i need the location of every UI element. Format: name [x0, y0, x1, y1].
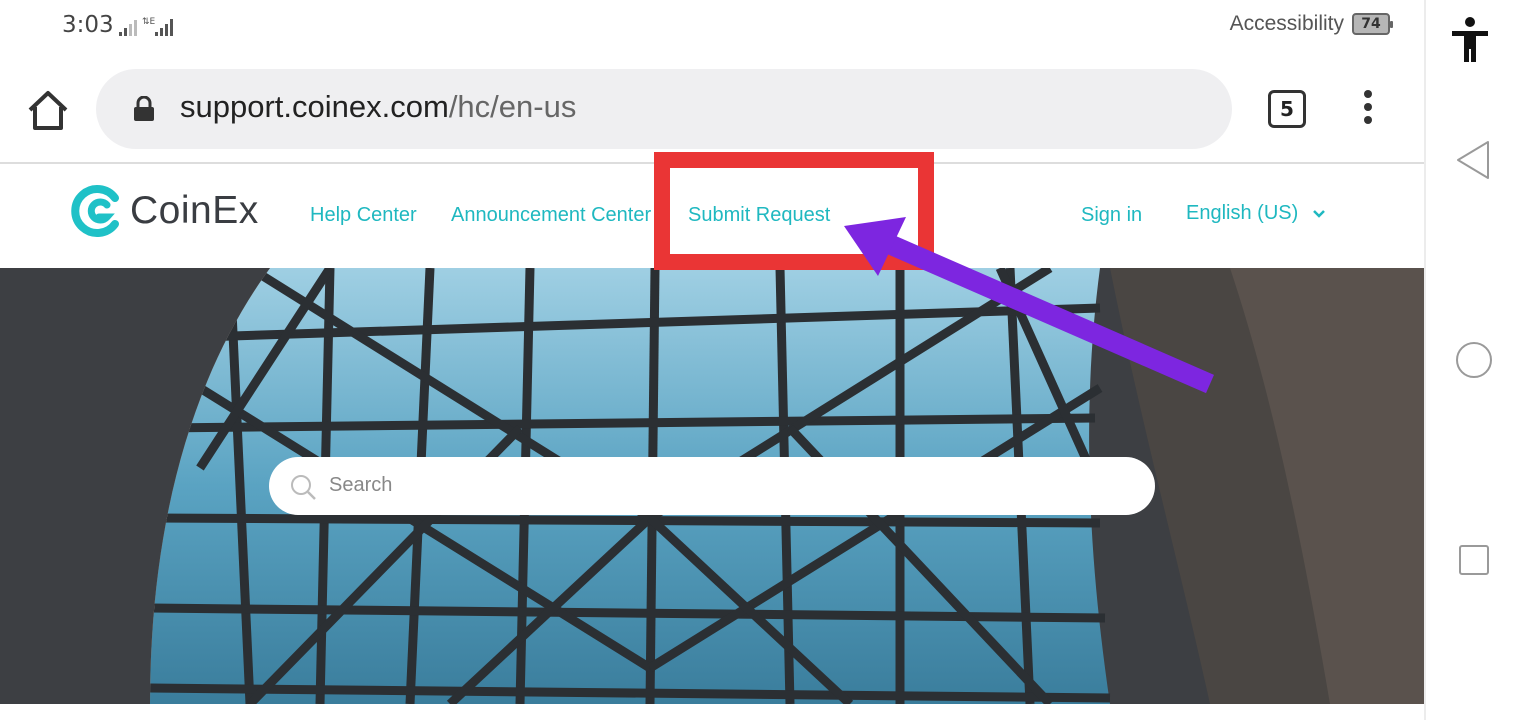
sign-in-link[interactable]: Sign in [1081, 204, 1142, 227]
coinex-logo-mark-icon [71, 185, 119, 237]
back-icon[interactable] [1426, 138, 1520, 182]
status-time: 3:03 [62, 12, 114, 38]
address-bar[interactable]: support.coinex.com/hc/en-us [96, 69, 1232, 149]
home-circle-icon[interactable] [1426, 338, 1520, 382]
language-label: English (US) [1186, 202, 1299, 224]
hero-banner: Search [0, 268, 1424, 704]
nav-announcement-center[interactable]: Announcement Center [451, 204, 651, 227]
logo-text: CoinEx [130, 189, 259, 232]
signal-icon: ⇅E [119, 17, 173, 36]
more-vert-icon[interactable] [1354, 90, 1382, 128]
browser-toolbar: support.coinex.com/hc/en-us 5 [0, 56, 1424, 164]
svg-text:⇅E: ⇅E [142, 17, 156, 27]
status-bar: 3:03 ⇅E Accessibility 74 [0, 0, 1424, 56]
site-header: CoinEx Help Center Announcement Center S… [0, 166, 1424, 268]
home-icon[interactable] [24, 88, 72, 132]
url-text: support.coinex.com/hc/en-us [180, 89, 576, 125]
system-nav-bar [1424, 0, 1520, 720]
search-icon [291, 475, 316, 500]
url-domain: support.coinex.com [180, 89, 449, 124]
lock-icon [134, 96, 154, 121]
accessibility-status-label: Accessibility [1229, 12, 1344, 35]
tab-switcher-button[interactable]: 5 [1268, 90, 1306, 128]
search-input[interactable]: Search [269, 457, 1155, 515]
url-path: /hc/en-us [448, 89, 577, 124]
nav-submit-request[interactable]: Submit Request [688, 204, 830, 227]
coinex-logo[interactable]: CoinEx [70, 184, 259, 238]
status-right: Accessibility 74 [1229, 12, 1393, 36]
language-selector[interactable]: English (US) [1186, 202, 1326, 225]
accessibility-icon[interactable] [1426, 16, 1520, 66]
recents-icon[interactable] [1426, 540, 1520, 580]
page-body [0, 704, 1424, 720]
battery-indicator: 74 [1352, 13, 1393, 35]
chevron-down-icon [1313, 209, 1326, 218]
nav-help-center[interactable]: Help Center [310, 204, 417, 227]
search-placeholder: Search [329, 474, 393, 496]
